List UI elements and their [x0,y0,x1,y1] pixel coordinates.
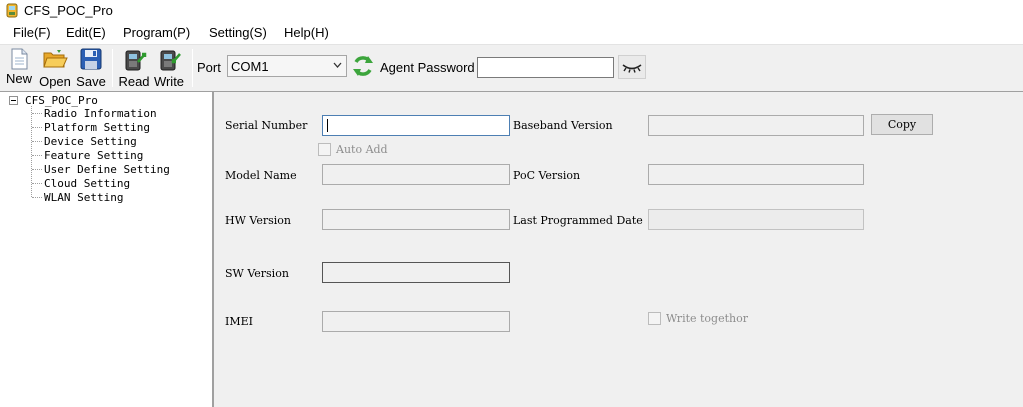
baseband-version-field [648,115,864,136]
new-button-label: New [5,71,32,86]
baseband-version-label: Baseband Version [513,119,613,132]
new-file-icon [11,48,28,70]
poc-version-field [648,164,864,185]
toolbar-separator [112,49,113,87]
menu-help[interactable]: Help(H) [284,25,329,40]
tree-root[interactable]: CFS_POC_Pro [25,94,98,107]
save-disk-icon [80,48,102,70]
hw-version-field [322,209,510,230]
menu-program[interactable]: Program(P) [123,25,190,40]
hw-version-label: HW Version [225,214,291,227]
sw-version-field [322,262,510,283]
tree-connector [32,183,42,184]
open-folder-icon [43,50,68,68]
tree-connector [32,197,42,198]
refresh-icon [353,56,373,76]
title-bar: CFS_POC_Pro [0,0,1023,22]
tree-item-feature-setting[interactable]: Feature Setting [44,149,143,162]
menu-bar: File(F) Edit(E) Program(P) Setting(S) He… [0,22,1023,45]
open-button[interactable]: Open [38,48,72,90]
model-name-label: Model Name [225,169,297,182]
tree-connector [32,169,42,170]
menu-edit[interactable]: Edit(E) [66,25,106,40]
poc-version-label: PoC Version [513,169,581,182]
write-button[interactable]: Write [152,48,186,90]
tree-connector [32,113,42,114]
tree-item-device-setting[interactable]: Device Setting [44,135,137,148]
last-programmed-date-label: Last Programmed Date [513,214,643,227]
read-radio-icon [125,50,147,71]
auto-add-label: Auto Add [336,143,388,156]
serial-number-label: Serial Number [225,119,308,132]
agent-password-input[interactable] [477,57,614,78]
write-together-checkbox[interactable] [648,312,661,325]
model-name-field [322,164,510,185]
tree-connector [32,127,42,128]
chevron-down-icon [333,62,342,68]
read-button-label: Read [118,74,150,89]
imei-field [322,311,510,332]
refresh-button[interactable] [351,53,375,79]
port-select[interactable]: COM1 [227,55,347,77]
tree-connector [32,141,42,142]
read-button[interactable]: Read [118,48,150,90]
auto-add-checkbox[interactable] [318,143,331,156]
closed-eye-icon [622,64,642,73]
app-icon [6,3,18,18]
serial-number-input[interactable] [322,115,510,136]
save-button[interactable]: Save [76,48,106,90]
last-programmed-date-field [648,209,864,230]
agent-password-label: Agent Password [380,60,475,75]
menu-file[interactable]: File(F) [13,25,51,40]
save-button-label: Save [76,74,106,89]
write-button-label: Write [153,74,185,89]
tree-item-cloud-setting[interactable]: Cloud Setting [44,177,130,190]
write-radio-icon [160,50,181,71]
tree-item-platform-setting[interactable]: Platform Setting [44,121,150,134]
new-button[interactable]: New [4,48,34,90]
copy-button[interactable]: Copy [871,114,933,135]
toolbar: New Open Save Read Write Port COM1 Agent… [0,45,1023,92]
menu-setting[interactable]: Setting(S) [209,25,267,40]
open-button-label: Open [39,74,71,89]
sw-version-label: SW Version [225,267,289,280]
tree-item-radio-information[interactable]: Radio Information [44,107,157,120]
tree-item-user-define-setting[interactable]: User Define Setting [44,163,170,176]
collapse-icon[interactable] [9,96,18,105]
tree-item-wlan-setting[interactable]: WLAN Setting [44,191,123,204]
port-label: Port [197,60,221,75]
window-title: CFS_POC_Pro [24,3,113,18]
port-select-value: COM1 [231,59,269,74]
imei-label: IMEI [225,315,253,328]
toolbar-separator [192,49,193,87]
tree-connector [32,155,42,156]
write-together-label: Write togethor [666,312,748,325]
show-password-button[interactable] [618,55,646,79]
